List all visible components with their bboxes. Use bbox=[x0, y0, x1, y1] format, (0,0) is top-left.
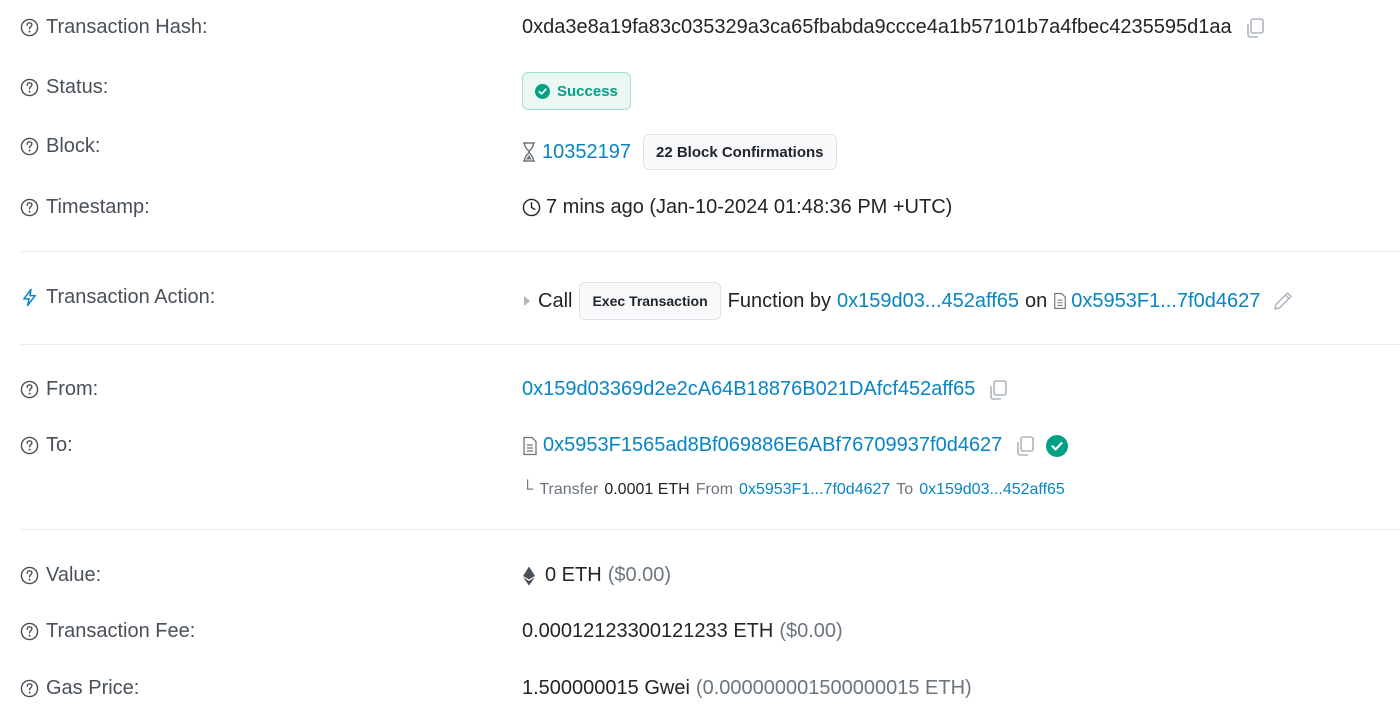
internal-transfer-row: └ Transfer 0.0001 ETH From 0x5953F1...7f… bbox=[522, 481, 1065, 499]
pencil-icon[interactable] bbox=[1272, 290, 1294, 312]
block-value-row: 10352197 22 Block Confirmations bbox=[522, 134, 837, 170]
ethereum-icon bbox=[523, 566, 535, 585]
divider bbox=[20, 344, 1400, 345]
gas-eth: (0.000000001500000015 ETH) bbox=[695, 677, 972, 699]
copy-icon[interactable] bbox=[1014, 435, 1036, 457]
hourglass-icon bbox=[523, 142, 535, 162]
transfer-to-word: To bbox=[896, 481, 914, 498]
tx-action-value-row: Call Exec Transaction Function by 0x159d… bbox=[522, 282, 1294, 320]
transfer-amount: 0.0001 ETH bbox=[604, 481, 690, 498]
action-method-badge: Exec Transaction bbox=[579, 282, 721, 320]
question-circle-icon[interactable] bbox=[20, 622, 39, 641]
question-circle-icon[interactable] bbox=[20, 380, 39, 399]
question-circle-icon[interactable] bbox=[20, 566, 39, 585]
value-label: Value: bbox=[20, 564, 101, 587]
action-on-text: on bbox=[1025, 289, 1048, 312]
from-value-row: 0x159d03369d2e2cA64B18876B021DAfcf452aff… bbox=[522, 378, 1009, 401]
gas-value-row: 1.500000015 Gwei (0.000000001500000015 E… bbox=[522, 677, 972, 700]
block-number-link[interactable]: 10352197 bbox=[542, 141, 631, 164]
to-address-link[interactable]: 0x5953F1565ad8Bf069886E6ABf76709937f0d46… bbox=[543, 434, 1002, 457]
document-icon bbox=[522, 436, 538, 456]
verified-check-icon bbox=[1046, 434, 1069, 457]
fee-value-row: 0.00012123300121233 ETH ($0.00) bbox=[522, 620, 843, 643]
from-label: From: bbox=[20, 378, 98, 401]
action-contract-link[interactable]: 0x5953F1...7f0d4627 bbox=[1071, 290, 1260, 313]
action-call-text: Call bbox=[538, 289, 573, 312]
action-from-link[interactable]: 0x159d03...452aff65 bbox=[837, 290, 1019, 313]
caret-right-icon[interactable] bbox=[522, 295, 532, 307]
value-eth: 0 ETH bbox=[545, 564, 602, 586]
fee-eth: 0.00012123300121233 ETH bbox=[522, 620, 774, 642]
question-circle-icon[interactable] bbox=[20, 137, 39, 156]
branch-icon: └ bbox=[522, 481, 534, 498]
question-circle-icon[interactable] bbox=[20, 18, 39, 37]
value-usd: ($0.00) bbox=[607, 564, 672, 586]
tx-hash-label: Transaction Hash: bbox=[20, 16, 208, 39]
transfer-from-link[interactable]: 0x5953F1...7f0d4627 bbox=[739, 481, 890, 499]
to-label: To: bbox=[20, 434, 73, 457]
divider bbox=[20, 251, 1400, 252]
transfer-to-link[interactable]: 0x159d03...452aff65 bbox=[919, 481, 1065, 499]
fee-usd: ($0.00) bbox=[779, 620, 843, 642]
lightning-icon bbox=[23, 288, 36, 307]
question-circle-icon[interactable] bbox=[20, 436, 39, 455]
block-label: Block: bbox=[20, 135, 100, 158]
tx-hash-value-row: 0xda3e8a19fa83c035329a3ca65fbabda9ccce4a… bbox=[522, 16, 1266, 39]
document-icon bbox=[1053, 292, 1067, 310]
divider bbox=[20, 529, 1400, 530]
gas-gwei: 1.500000015 Gwei bbox=[522, 677, 690, 699]
action-function-by-text: Function by bbox=[727, 289, 832, 312]
check-circle-icon bbox=[535, 83, 550, 99]
timestamp-value: 7 mins ago (Jan-10-2024 01:48:36 PM +UTC… bbox=[546, 196, 953, 218]
copy-icon[interactable] bbox=[1244, 17, 1266, 39]
transfer-from-word: From bbox=[695, 481, 734, 498]
from-address-link[interactable]: 0x159d03369d2e2cA64B18876B021DAfcf452aff… bbox=[522, 378, 975, 401]
transfer-prefix: Transfer bbox=[539, 481, 599, 498]
gas-label: Gas Price: bbox=[20, 677, 139, 700]
to-value-row: 0x5953F1565ad8Bf069886E6ABf76709937f0d46… bbox=[522, 434, 1069, 457]
question-circle-icon[interactable] bbox=[20, 198, 39, 217]
timestamp-value-row: 7 mins ago (Jan-10-2024 01:48:36 PM +UTC… bbox=[522, 196, 952, 219]
clock-icon bbox=[522, 198, 541, 217]
status-badge: Success bbox=[522, 72, 631, 110]
tx-hash-value: 0xda3e8a19fa83c035329a3ca65fbabda9ccce4a… bbox=[522, 16, 1232, 38]
question-circle-icon[interactable] bbox=[20, 78, 39, 97]
status-value-row: Success bbox=[522, 72, 631, 110]
copy-icon[interactable] bbox=[987, 379, 1009, 401]
block-confirmations-badge: 22 Block Confirmations bbox=[642, 134, 837, 170]
timestamp-label: Timestamp: bbox=[20, 196, 150, 219]
value-value-row: 0 ETH ($0.00) bbox=[522, 564, 671, 587]
status-label: Status: bbox=[20, 76, 108, 99]
tx-action-label: Transaction Action: bbox=[20, 286, 215, 309]
question-circle-icon[interactable] bbox=[20, 679, 39, 698]
fee-label: Transaction Fee: bbox=[20, 620, 195, 643]
